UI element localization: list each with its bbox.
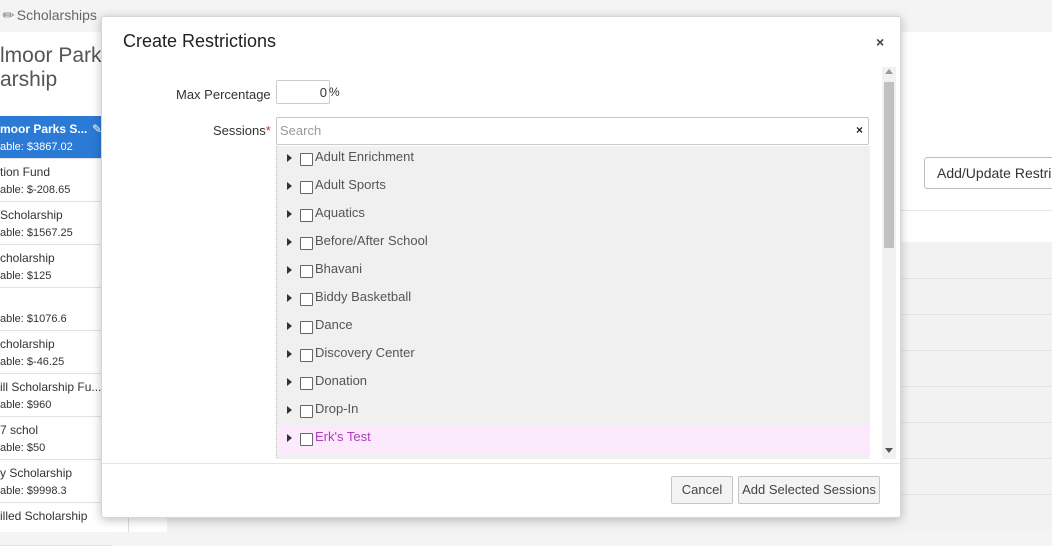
required-marker: * (265, 123, 271, 138)
scrollbar-thumb[interactable] (884, 82, 894, 248)
sessions-label-text: Sessions (213, 123, 266, 138)
tree-item-label: Dance (315, 317, 353, 332)
checkbox[interactable] (300, 181, 313, 194)
tree-item-label: Donation (315, 373, 368, 388)
tree-item[interactable]: Donation (277, 370, 870, 398)
max-percentage-input[interactable] (276, 80, 330, 104)
tree-item-label: Drop-In (315, 401, 359, 416)
tree-item[interactable]: Dance (277, 314, 870, 342)
checkbox[interactable] (300, 265, 313, 278)
expand-arrow-icon[interactable] (287, 266, 292, 274)
tree-item[interactable]: Adult Sports (277, 174, 870, 202)
dialog-body: Max Percentage % Sessions* × Adult Enric… (102, 63, 900, 459)
expand-arrow-icon[interactable] (287, 406, 292, 414)
expand-arrow-icon[interactable] (287, 350, 292, 358)
close-icon[interactable]: × (876, 34, 884, 50)
tree-item-label: Erk's Test (315, 429, 371, 444)
tree-item[interactable]: Bhavani (277, 258, 870, 286)
tree-item-label: Aquatics (315, 205, 365, 220)
tree-item[interactable]: Drop-In (277, 398, 870, 426)
expand-arrow-icon[interactable] (287, 210, 292, 218)
sessions-tree: Adult Enrichment Adult Sports Aquatics B… (276, 146, 870, 459)
checkbox[interactable] (300, 377, 313, 390)
expand-arrow-icon[interactable] (287, 294, 292, 302)
checkbox[interactable] (300, 209, 313, 222)
expand-arrow-icon[interactable] (287, 238, 292, 246)
checkbox[interactable] (300, 405, 313, 418)
checkbox[interactable] (300, 349, 313, 362)
expand-arrow-icon[interactable] (287, 182, 292, 190)
tree-item-label: Biddy Basketball (315, 289, 412, 304)
tree-item[interactable]: Adult Enrichment (277, 146, 870, 174)
checkbox[interactable] (300, 321, 313, 334)
max-percentage-label: Max Percentage (176, 87, 271, 102)
sessions-label: Sessions* (213, 123, 271, 138)
dialog-footer: Cancel Add Selected Sessions (102, 463, 900, 518)
add-selected-sessions-button[interactable]: Add Selected Sessions (738, 476, 880, 504)
dialog-scrollbar[interactable] (882, 67, 896, 459)
expand-arrow-icon[interactable] (287, 378, 292, 386)
checkbox[interactable] (300, 433, 313, 446)
dialog-title: Create Restrictions (123, 31, 277, 51)
create-restrictions-dialog: Create Restrictions × Max Percentage % S… (101, 16, 901, 518)
sessions-search: × (276, 117, 869, 145)
expand-arrow-icon[interactable] (287, 154, 292, 162)
scroll-up-arrow-icon[interactable] (885, 69, 893, 74)
tree-item-label: Adult Enrichment (315, 149, 414, 164)
tree-item-label: Adult Sports (315, 177, 386, 192)
scroll-down-arrow-icon[interactable] (885, 448, 893, 453)
checkbox[interactable] (300, 293, 313, 306)
checkbox[interactable] (300, 153, 313, 166)
tree-item[interactable]: Discovery Center (277, 342, 870, 370)
percent-sign: % (329, 85, 340, 99)
tree-item[interactable]: Before/After School (277, 230, 870, 258)
checkbox[interactable] (300, 237, 313, 250)
tree-item-label: Before/After School (315, 233, 428, 248)
tree-item[interactable]: Aquatics (277, 202, 870, 230)
expand-arrow-icon[interactable] (287, 322, 292, 330)
clear-icon[interactable]: × (856, 123, 863, 137)
expand-arrow-icon[interactable] (287, 434, 292, 442)
tree-item-label: Discovery Center (315, 345, 415, 360)
tree-item-label: Bhavani (315, 261, 362, 276)
cancel-button[interactable]: Cancel (671, 476, 733, 504)
sessions-search-input[interactable] (277, 118, 840, 142)
tree-item[interactable]: Biddy Basketball (277, 286, 870, 314)
tree-item[interactable]: Erk's Test (277, 426, 870, 454)
